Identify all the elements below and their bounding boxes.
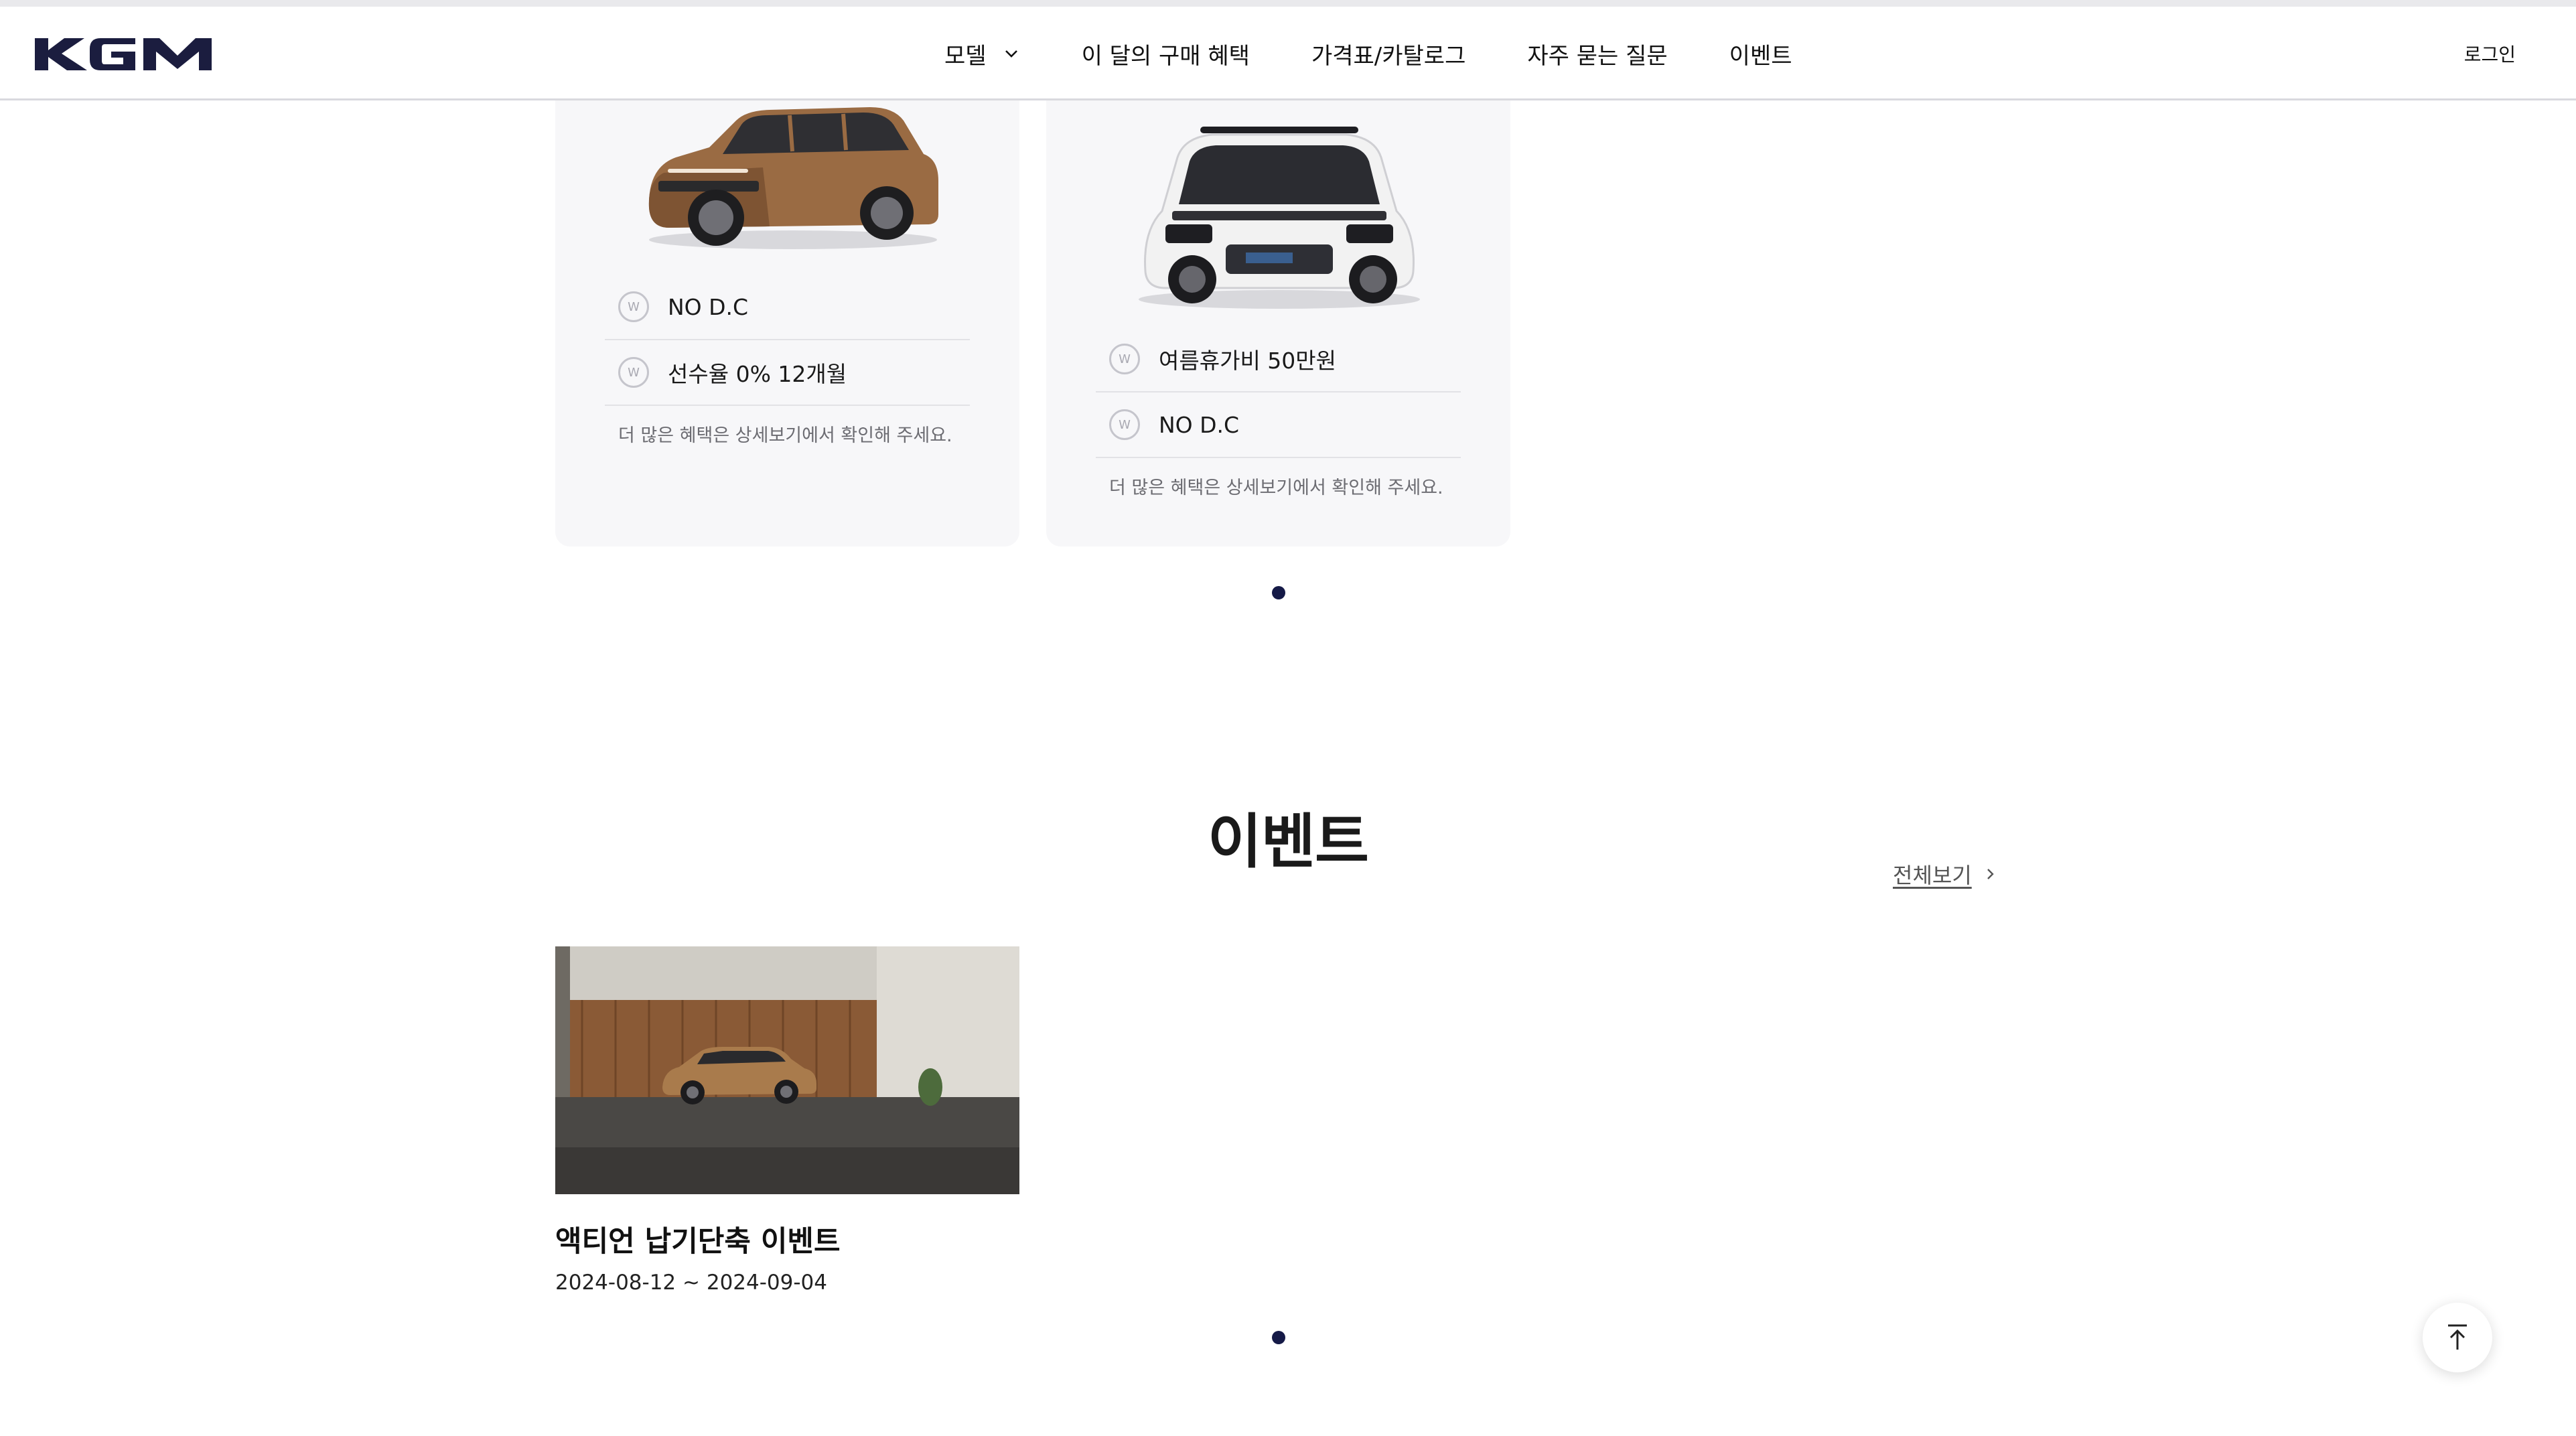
event-card[interactable]: 액티언 납기단축 이벤트 2024-08-12 ~ 2024-09-04: [555, 946, 1019, 1295]
won-icon: W: [1109, 409, 1140, 440]
benefit-list: W NO D.C W 선수율 0% 12개월 더 많은 혜택은 상세보기에서 확…: [605, 275, 970, 447]
view-all-label: 전체보기: [1893, 863, 1972, 888]
nav-item-events[interactable]: 이벤트: [1729, 38, 1792, 70]
benefit-text: NO D.C: [1159, 411, 1240, 438]
car-image-bronze-suv: [648, 107, 938, 249]
login-link[interactable]: 로그인: [2464, 7, 2516, 100]
chevron-right-icon: [1987, 869, 1994, 879]
nav-label-monthly-benefits: 이 달의 구매 혜택: [1081, 42, 1250, 70]
won-icon: W: [1109, 344, 1140, 374]
event-title: 액티언 납기단축 이벤트: [555, 1225, 841, 1259]
benefit-item: W 여름휴가비 50만원: [1096, 327, 1461, 392]
carousel-dot-models[interactable]: [1272, 586, 1285, 599]
event-image: [555, 946, 1019, 1194]
event-date: 2024-08-12 ~ 2024-09-04: [555, 1271, 827, 1295]
nav-label-faq: 자주 묻는 질문: [1527, 42, 1668, 70]
model-benefit-card[interactable]: W 여름휴가비 50만원 W NO D.C 더 많은 혜택은 상세보기에서 확인…: [1046, 80, 1510, 547]
model-benefit-card[interactable]: W NO D.C W 선수율 0% 12개월 더 많은 혜택은 상세보기에서 확…: [555, 80, 1019, 547]
nav-item-models[interactable]: 모델: [944, 38, 1020, 70]
won-icon: W: [618, 357, 649, 388]
nav-label-models: 모델: [944, 42, 987, 70]
won-icon: W: [618, 291, 649, 322]
benefit-item: W NO D.C: [605, 275, 970, 340]
nav-label-price-catalog: 가격표/카탈로그: [1311, 42, 1466, 70]
top-strip: [0, 0, 2576, 7]
nav-item-faq[interactable]: 자주 묻는 질문: [1527, 38, 1667, 70]
carousel-dot-events[interactable]: [1272, 1331, 1285, 1344]
benefit-item: W 선수율 0% 12개월: [605, 340, 970, 406]
benefit-text: 여름휴가비 50만원: [1159, 348, 1337, 374]
view-all-link[interactable]: 전체보기: [1893, 859, 1996, 889]
nav-item-monthly-benefits[interactable]: 이 달의 구매 혜택: [1082, 38, 1250, 70]
scroll-top-button[interactable]: [2423, 1303, 2492, 1372]
benefit-text: 선수율 0% 12개월: [668, 361, 847, 387]
chevron-down-icon: [1005, 50, 1017, 58]
main-nav: 모델 이 달의 구매 혜택 가격표/카탈로그 자주 묻는 질문 이벤트: [944, 7, 1792, 100]
benefit-text: NO D.C: [668, 293, 749, 320]
benefit-note: 더 많은 혜택은 상세보기에서 확인해 주세요.: [618, 425, 952, 446]
kgm-logo[interactable]: [35, 35, 236, 73]
benefit-item: W NO D.C: [1096, 392, 1461, 458]
page: 모델 이 달의 구매 혜택 가격표/카탈로그 자주 묻는 질문 이벤트 로그인: [0, 0, 2576, 1436]
car-image-white-suv: [1139, 127, 1420, 309]
site-header: 모델 이 달의 구매 혜택 가격표/카탈로그 자주 묻는 질문 이벤트 로그인: [0, 7, 2576, 100]
benefit-note: 더 많은 혜택은 상세보기에서 확인해 주세요.: [1109, 478, 1443, 498]
nav-label-events: 이벤트: [1729, 42, 1792, 70]
events-section-title: 이벤트: [1208, 807, 1369, 876]
nav-item-price-catalog[interactable]: 가격표/카탈로그: [1311, 38, 1465, 70]
scroll-top-icon: [2448, 1324, 2467, 1350]
benefit-list: W 여름휴가비 50만원 W NO D.C 더 많은 혜택은 상세보기에서 확인…: [1096, 327, 1461, 499]
